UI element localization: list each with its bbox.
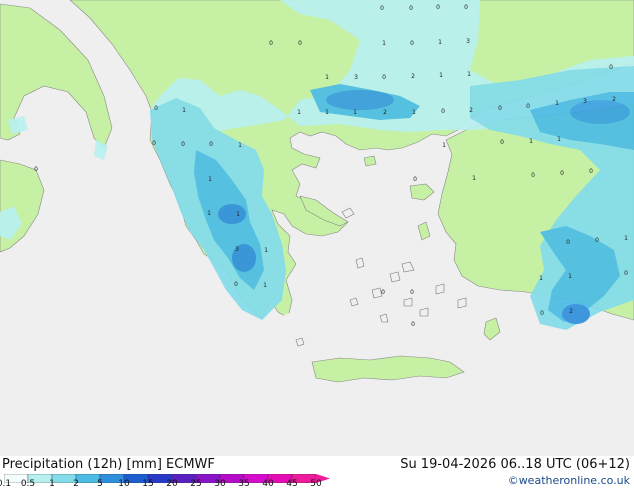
precip-value-label: 3	[235, 246, 239, 253]
precip-value-label: 0	[209, 141, 213, 148]
scale-label: 40	[262, 479, 274, 489]
precip-value-label: 0	[154, 105, 158, 112]
precip-value-label: 2	[612, 96, 616, 103]
precip-value-label: 0	[411, 321, 415, 328]
precip-value-label: 0	[500, 139, 504, 146]
precip-value-label: 1	[382, 40, 386, 47]
precip-value-label: 0	[540, 310, 544, 317]
scale-label: 10	[118, 479, 130, 489]
precip-value-label: 1	[353, 109, 357, 116]
precip-value-label: 0	[382, 74, 386, 81]
map-title: Precipitation (12h) [mm] ECMWF	[2, 457, 215, 472]
precip-value-label: 1	[472, 175, 476, 182]
precip-value-label: 0	[531, 172, 535, 179]
land-thasos	[363, 155, 377, 167]
precip-value-label: 1	[238, 142, 242, 149]
scale-label: 2	[73, 479, 79, 489]
precip-value-label: 3	[466, 38, 470, 45]
precip-value-label: 1	[325, 109, 329, 116]
valid-time: Su 19-04-2026 06..18 UTC (06+12)	[400, 457, 630, 472]
precip-value-label: 2	[469, 107, 473, 114]
precip-value-label: 1	[297, 109, 301, 116]
precip-value-label: 0	[566, 239, 570, 246]
precip-value-label: 0	[589, 168, 593, 175]
precip-max-west	[218, 204, 246, 224]
scale-label: 35	[238, 479, 250, 489]
precip-value-label: 0	[152, 140, 156, 147]
precip-max-se	[562, 304, 590, 324]
precip-value-label: 2	[569, 308, 573, 315]
precip-value-label: 0	[498, 105, 502, 112]
precip-value-label: 1	[439, 72, 443, 79]
precip-value-label: 3	[354, 74, 358, 81]
scale-label: 45	[286, 479, 298, 489]
scale-label: 20	[166, 479, 178, 489]
scale-label: 25	[190, 479, 202, 489]
precip-value-label: 0	[410, 289, 414, 296]
precip-value-label: 3	[583, 98, 587, 105]
precip-value-label: 0	[380, 5, 384, 12]
precip-value-label: 1	[412, 109, 416, 116]
scale-label: 0.1	[0, 479, 12, 489]
precip-value-label: 1	[467, 71, 471, 78]
precip-value-label: 2	[383, 109, 387, 116]
precip-value-label: 0	[409, 5, 413, 12]
precip-value-label: 0	[413, 176, 417, 183]
scale-label: 5	[97, 479, 103, 489]
precip-value-label: 1	[442, 142, 446, 149]
precip-value-label: 0	[410, 40, 414, 47]
precip-value-label: 0	[381, 289, 385, 296]
precip-value-label: 1	[263, 282, 267, 289]
precip-value-label: 0	[560, 170, 564, 177]
precip-value-label: 1	[325, 74, 329, 81]
precip-value-label: 1	[557, 136, 561, 143]
precip-value-label: 0	[234, 281, 238, 288]
precip-value-label: 0	[181, 141, 185, 148]
scale-label: 15	[142, 479, 154, 489]
scale-label: 30	[214, 479, 226, 489]
precip-value-label: 1	[539, 275, 543, 282]
precip-value-label: 1	[208, 176, 212, 183]
scale-label: 0.5	[20, 479, 36, 489]
color-scale-labels: 0.10.5125101520253035404550	[0, 479, 330, 494]
scale-label: 1	[49, 479, 55, 489]
precip-value-label: 1	[236, 211, 240, 218]
precip-value-label: 1	[529, 138, 533, 145]
precip-value-label: 1	[624, 235, 628, 242]
precip-value-label: 0	[624, 270, 628, 277]
precip-value-label: 0	[609, 64, 613, 71]
credit-link[interactable]: ©weatheronline.co.uk	[508, 474, 630, 487]
precipitation-map: 0 0 0 0 0 0 1 0 1 3 1 3 0 2 1 1 0 0 1 1 1 1 2 1 0 2 0 0 1 3 2 0 0 0 1 1 0 1 1 0…	[0, 0, 634, 456]
precip-value-label: 1	[555, 100, 559, 107]
weather-map-view: 0000001013130211001111210200132000110110…	[0, 0, 634, 490]
precip-value-label: 1	[182, 107, 186, 114]
precip-value-label: 1	[264, 247, 268, 254]
precip-value-label: 0	[464, 4, 468, 11]
precip-value-label: 2	[411, 73, 415, 80]
precip-max-north	[326, 90, 394, 110]
scale-label: 50	[310, 479, 322, 489]
precip-value-label: 0	[269, 40, 273, 47]
precip-value-label: 1	[438, 39, 442, 46]
precip-value-label: 0	[34, 166, 38, 173]
precip-value-label: 0	[436, 4, 440, 11]
precip-max-east	[570, 100, 630, 124]
precip-value-label: 0	[595, 237, 599, 244]
precip-value-label: 1	[568, 273, 572, 280]
precip-value-label: 1	[207, 210, 211, 217]
precip-value-label: 0	[298, 40, 302, 47]
precip-value-label: 0	[441, 108, 445, 115]
map-footer: Precipitation (12h) [mm] ECMWF Su 19-04-…	[0, 456, 634, 490]
precip-value-label: 0	[526, 103, 530, 110]
